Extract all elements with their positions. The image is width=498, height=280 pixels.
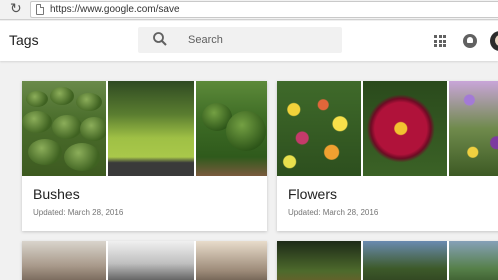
card-updated-date: Updated: March 28, 2016 [288,208,379,217]
search-bar[interactable]: Search [138,27,342,53]
address-bar[interactable]: https://www.google.com/save [30,1,498,18]
tag-card-bushes[interactable]: Bushes Updated: March 28, 2016 [22,81,267,231]
card-thumbnail [22,241,106,280]
avatar[interactable] [490,31,498,51]
page-title: Tags [9,32,39,48]
card-thumbnail [449,241,498,280]
card-thumbnail [196,241,267,280]
reload-icon[interactable]: ↻ [10,2,24,16]
card-thumbnail [363,241,447,280]
bushes-thumbnail-3 [196,81,267,176]
flowers-thumbnail-1 [277,81,361,176]
card-title: Flowers [288,186,338,202]
search-icon[interactable] [152,31,168,47]
page-icon [36,4,44,15]
card-title: Bushes [33,186,80,202]
card-thumbnail [277,241,361,280]
flowers-thumbnail-3 [449,81,498,176]
apps-grid-icon[interactable] [434,35,446,47]
card-updated-date: Updated: March 28, 2016 [33,208,124,217]
tag-card-row2-right[interactable] [277,241,498,280]
flowers-thumbnail-2 [363,81,447,176]
bushes-thumbnail-2 [108,81,194,176]
search-input[interactable]: Search [188,34,223,46]
notifications-icon[interactable] [463,34,477,48]
browser-toolbar: ↻ https://www.google.com/save [0,0,498,20]
url-text[interactable]: https://www.google.com/save [50,4,180,15]
tag-card-row2-left[interactable] [22,241,267,280]
tag-card-flowers[interactable]: Flowers Updated: March 28, 2016 [277,81,498,231]
app-header: Tags Search [0,21,498,61]
card-thumbnail [108,241,194,280]
bushes-thumbnail-1 [22,81,106,176]
